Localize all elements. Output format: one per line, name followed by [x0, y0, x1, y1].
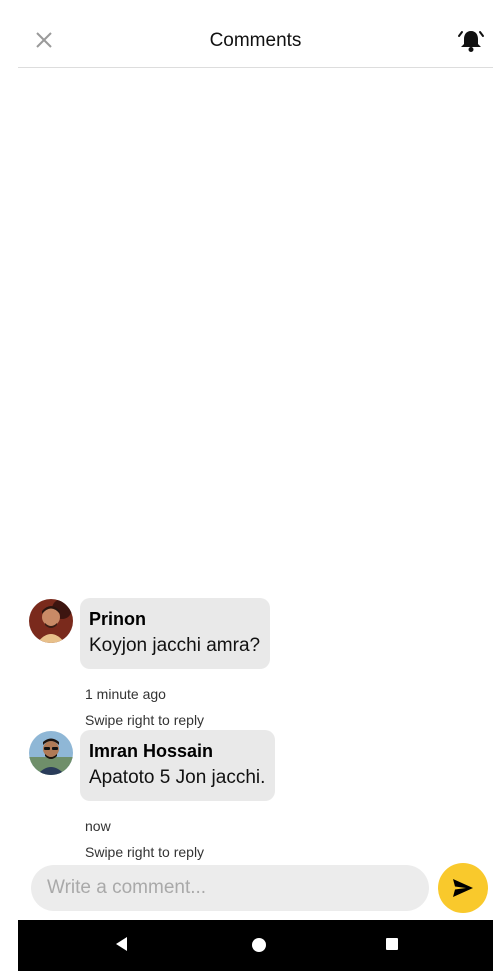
- back-triangle-icon[interactable]: [116, 937, 128, 956]
- comment-text: Apatoto 5 Jon jacchi.: [89, 767, 266, 788]
- comment-timestamp: 1 minute ago: [85, 686, 166, 702]
- comment-timestamp: now: [85, 818, 111, 834]
- comment-composer: [18, 860, 493, 916]
- comment-item: Prinon Koyjon jacchi amra? 1 minute ago …: [18, 596, 493, 728]
- comment-list: Prinon Koyjon jacchi amra? 1 minute ago …: [18, 596, 493, 860]
- comment-author: Imran Hossain: [89, 741, 214, 761]
- app-frame: Comments Prinon Koyjon jacchi amra? 1 mi…: [18, 12, 493, 971]
- send-icon: [453, 879, 473, 897]
- recents-square-icon[interactable]: [386, 938, 398, 950]
- send-button[interactable]: [438, 863, 488, 913]
- reply-hint[interactable]: Swipe right to reply: [85, 844, 204, 860]
- home-circle-icon[interactable]: [252, 938, 266, 952]
- comment-text: Koyjon jacchi amra?: [89, 635, 261, 656]
- header-bar: Comments: [18, 12, 493, 68]
- screen: Comments Prinon Koyjon jacchi amra? 1 mi…: [0, 0, 493, 971]
- page-title: Comments: [209, 30, 302, 51]
- comment-bubble[interactable]: Imran Hossain Apatoto 5 Jon jacchi.: [80, 730, 276, 801]
- bell-ringing-icon[interactable]: [457, 28, 485, 54]
- avatar[interactable]: [29, 731, 73, 775]
- comment-input[interactable]: [31, 865, 429, 911]
- comment-bubble[interactable]: Prinon Koyjon jacchi amra?: [80, 598, 271, 669]
- comment-item: Imran Hossain Apatoto 5 Jon jacchi. now …: [18, 728, 493, 860]
- avatar[interactable]: [29, 599, 73, 643]
- comment-author: Prinon: [89, 609, 146, 629]
- system-nav-bar: [18, 920, 493, 971]
- reply-hint[interactable]: Swipe right to reply: [85, 712, 204, 728]
